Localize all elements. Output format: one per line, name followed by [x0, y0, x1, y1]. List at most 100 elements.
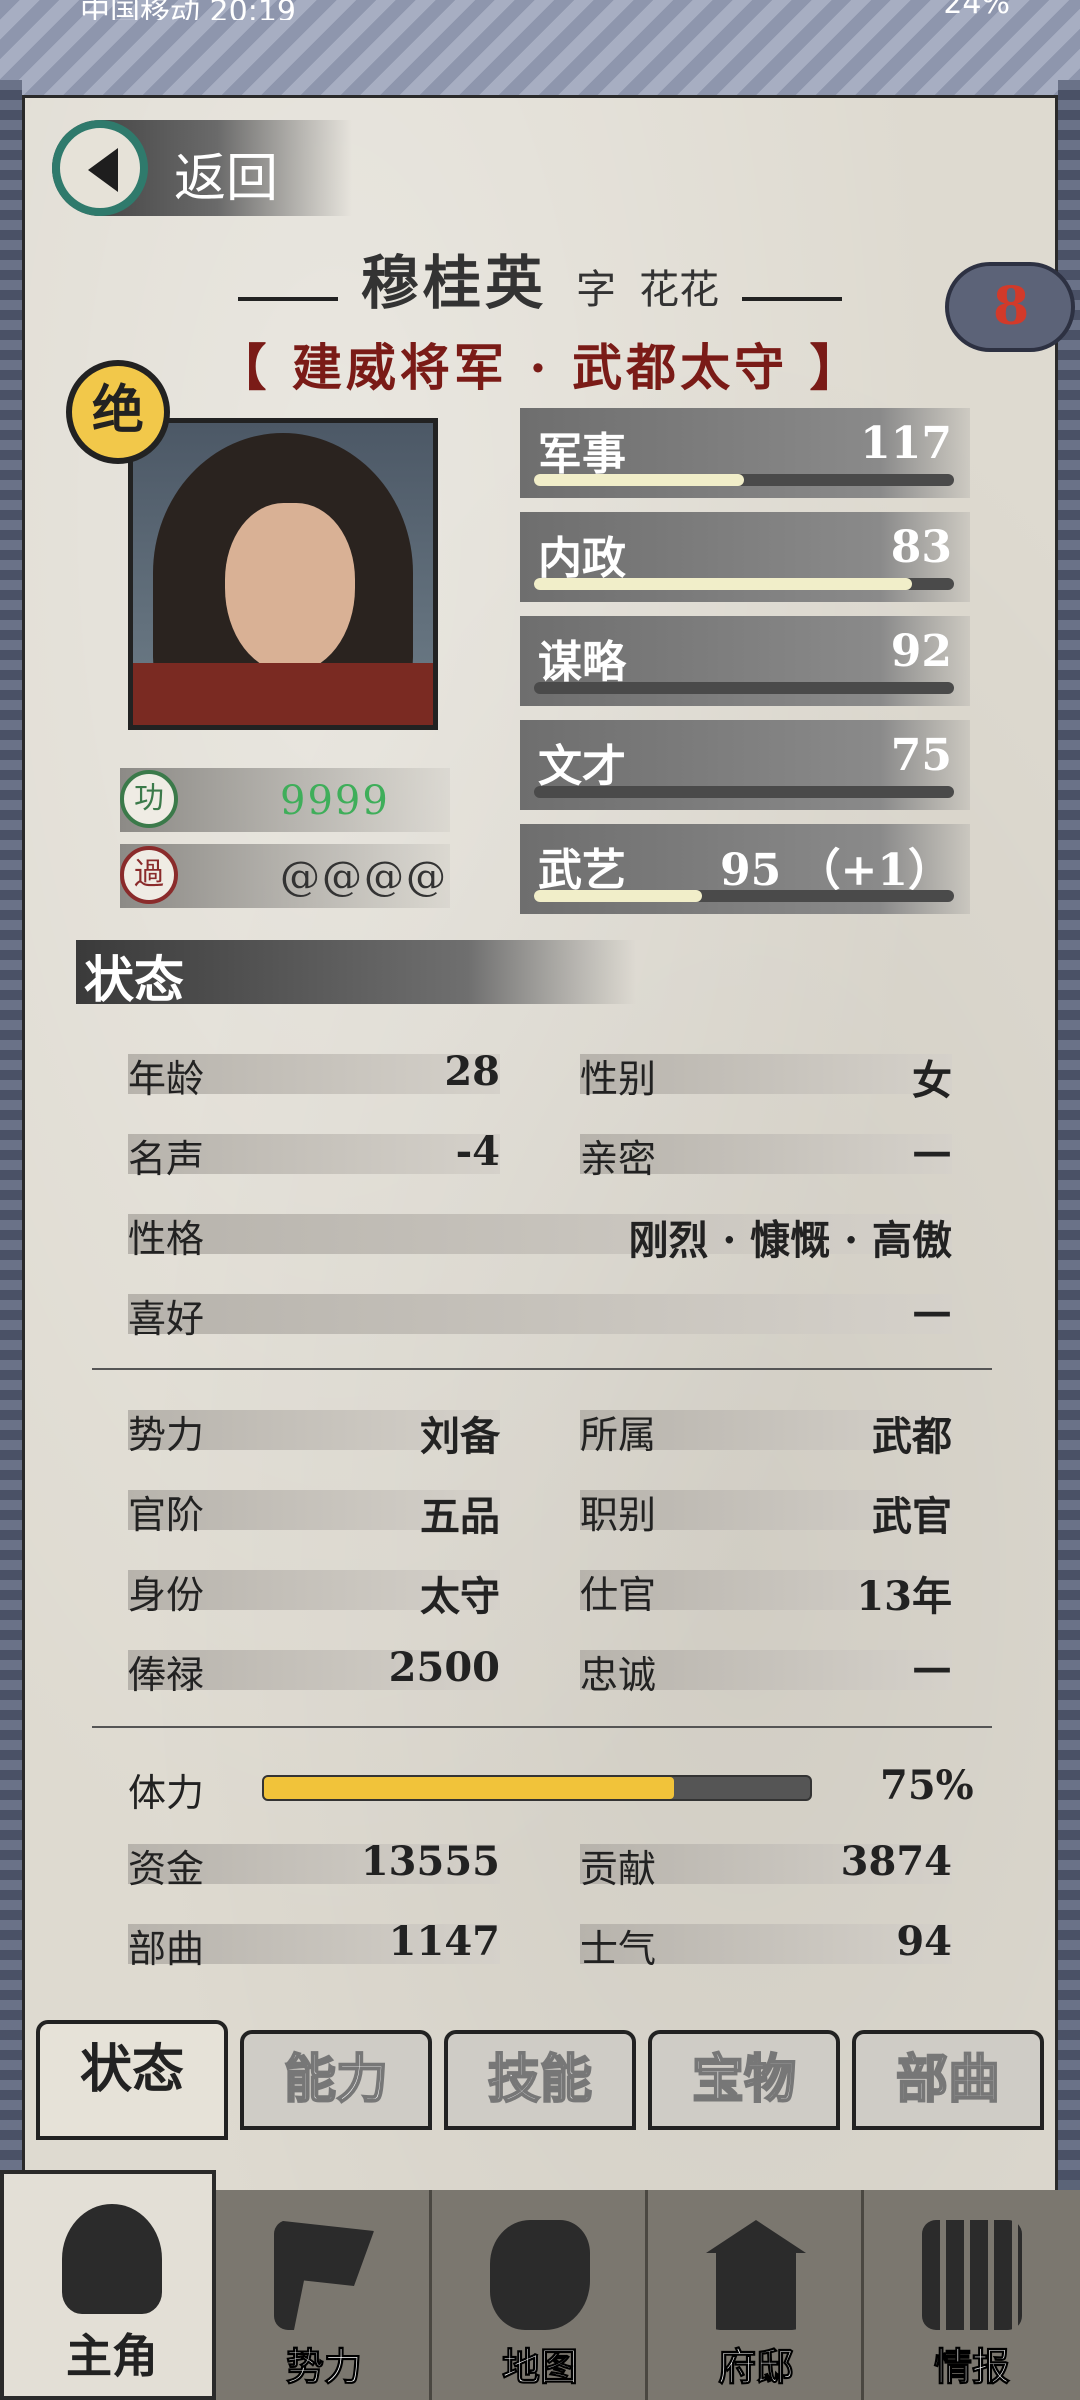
tab-treasure[interactable]: 宝物	[648, 2030, 840, 2130]
tab-skills[interactable]: 技能	[444, 2030, 636, 2130]
stat-fame: 名声 -4	[128, 1128, 500, 1181]
ability-martial[interactable]: 武艺 95 （+1）	[520, 824, 970, 914]
courtesy-name-label: 字	[576, 267, 616, 313]
hero-name-line: 穆桂英 字 花花	[0, 236, 1080, 320]
status-section-header: 状态	[76, 940, 636, 1009]
level-value: 8	[993, 276, 1030, 337]
divider	[92, 1368, 992, 1370]
stamina-label: 体力	[128, 1771, 205, 1815]
stat-post-type: 职别 武官	[580, 1490, 952, 1540]
fault-row: 過 @@@@	[120, 844, 450, 908]
ability-label: 文才	[538, 741, 626, 792]
stat-value: 1147	[388, 1918, 500, 1965]
ability-label: 内政	[538, 533, 626, 584]
stat-key: 职别	[580, 1493, 657, 1537]
portrait-armor	[133, 663, 433, 725]
nav-faction[interactable]: 势力	[216, 2190, 432, 2400]
stat-value: —	[912, 1288, 952, 1335]
ability-value: 92	[890, 626, 952, 677]
ability-politics[interactable]: 内政 83	[520, 512, 970, 602]
stat-value: 太守	[420, 1573, 500, 1620]
stat-value: 女	[912, 1057, 952, 1104]
ability-track	[534, 786, 954, 798]
tab-label: 技能	[487, 2048, 593, 2111]
stat-belongs: 所属 武都	[580, 1410, 952, 1460]
tab-label: 能力	[283, 2048, 389, 2111]
stamina-fill	[264, 1777, 674, 1799]
hero-portrait[interactable]	[128, 418, 438, 730]
ability-value: 83	[890, 522, 952, 573]
back-button[interactable]: 返回	[52, 120, 352, 216]
stat-key: 势力	[128, 1413, 205, 1457]
stat-key: 仕官	[580, 1573, 657, 1617]
nav-label: 情报	[933, 2344, 1010, 2390]
ability-value: 95 （+1）	[719, 845, 952, 896]
stat-key: 官阶	[128, 1493, 205, 1537]
stat-key: 所属	[580, 1413, 657, 1457]
stat-key: 年龄	[128, 1057, 205, 1101]
fault-glyphs: @@@@	[280, 854, 448, 900]
level-badge[interactable]: 8	[945, 262, 1075, 352]
status-section-title: 状态	[84, 950, 184, 1009]
stat-key: 贡献	[580, 1847, 657, 1891]
ability-fill	[534, 890, 702, 902]
stat-key: 身份	[128, 1573, 205, 1617]
stat-value: —	[912, 1644, 952, 1691]
stat-funds: 资金 13555	[128, 1838, 500, 1891]
stat-morale: 士气 94	[580, 1918, 952, 1971]
tab-troops[interactable]: 部曲	[852, 2030, 1044, 2130]
stat-value: 五品	[420, 1493, 500, 1540]
hero-silhouette-icon	[62, 2204, 162, 2314]
stat-faction: 势力 刘备	[128, 1410, 500, 1460]
ability-label: 谋略	[538, 637, 626, 688]
flag-icon	[274, 2220, 374, 2330]
battery-level: 24%	[943, 0, 1010, 20]
ornament-right-icon	[742, 296, 843, 301]
fault-icon: 過	[120, 846, 178, 904]
stat-value: 13555	[360, 1838, 500, 1885]
stat-value: 3874	[840, 1838, 952, 1885]
stat-loyalty: 忠诚 —	[580, 1644, 952, 1697]
nav-hero[interactable]: 主角	[0, 2170, 216, 2400]
ability-track	[534, 578, 954, 590]
carrier-time: 中国移动 20:19	[80, 0, 296, 20]
tab-label: 宝物	[691, 2048, 797, 2111]
stat-key: 喜好	[128, 1297, 205, 1341]
ability-military[interactable]: 军事 117	[520, 408, 970, 498]
stat-gender: 性别 女	[580, 1054, 952, 1104]
back-label: 返回	[174, 149, 279, 209]
ability-value: 75	[890, 730, 952, 781]
bottom-nav: 主角 势力 地图 府邸 情报	[0, 2170, 1080, 2400]
stat-value: -4	[455, 1128, 500, 1175]
nav-label: 地图	[501, 2344, 578, 2390]
stat-value: 13年	[856, 1573, 952, 1620]
stat-salary: 俸禄 2500	[128, 1644, 500, 1697]
stat-key: 忠诚	[580, 1653, 657, 1697]
stat-personality: 性格 刚烈 · 慷慨 · 高傲	[128, 1214, 952, 1264]
merit-glyphs: 9999	[280, 778, 390, 824]
stat-service-years: 仕官 13年	[580, 1570, 952, 1620]
nav-intel[interactable]: 情报	[864, 2190, 1080, 2400]
stat-key: 亲密	[580, 1137, 657, 1181]
ability-value: 117	[860, 418, 952, 469]
stat-key: 部曲	[128, 1927, 205, 1971]
ability-literary[interactable]: 文才 75	[520, 720, 970, 810]
stat-key: 名声	[128, 1137, 205, 1181]
ability-track	[534, 474, 954, 486]
stat-value: 94	[896, 1918, 952, 1965]
nav-mansion[interactable]: 府邸	[648, 2190, 864, 2400]
divider	[92, 1726, 992, 1728]
nav-map[interactable]: 地图	[432, 2190, 648, 2400]
stat-troops: 部曲 1147	[128, 1918, 500, 1971]
stat-key: 士气	[580, 1927, 657, 1971]
ornament-left-icon	[237, 296, 338, 301]
tab-status[interactable]: 状态	[36, 2020, 228, 2140]
scroll-icon	[922, 2220, 1022, 2330]
tab-ability[interactable]: 能力	[240, 2030, 432, 2130]
ability-track	[534, 682, 954, 694]
merit-icon: 功	[120, 770, 178, 828]
stat-rank: 官阶 五品	[128, 1490, 500, 1540]
status-bar: 中国移动 20:19 24%	[0, 0, 1080, 20]
ability-strategy[interactable]: 谋略 92	[520, 616, 970, 706]
portrait-face	[225, 503, 355, 673]
